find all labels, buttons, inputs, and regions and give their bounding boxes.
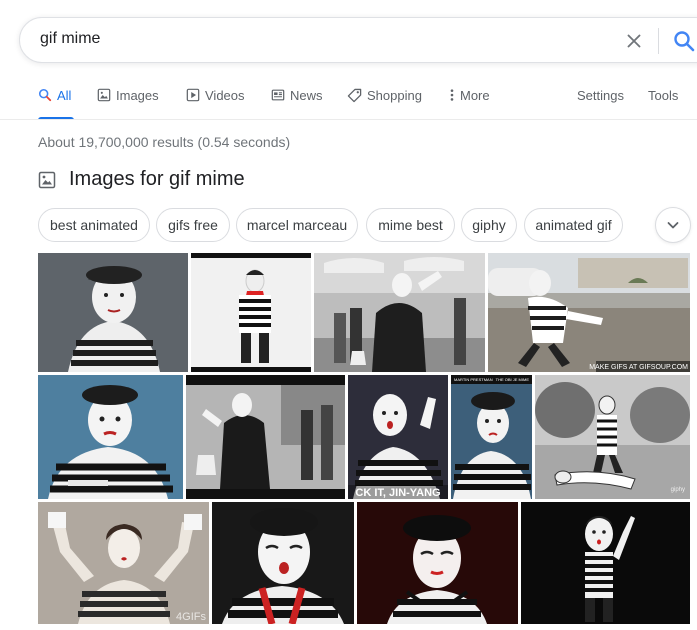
image-thumbnail[interactable] bbox=[357, 502, 518, 624]
search-bar bbox=[19, 17, 697, 63]
fourgif-caption: 4GIFs bbox=[176, 611, 206, 623]
image-thumbnail[interactable]: CK IT, JIN-YANG bbox=[348, 375, 448, 499]
tab-news-label: News bbox=[290, 88, 323, 103]
jinyang-caption: CK IT, JIN-YANG bbox=[355, 487, 440, 499]
search-icon[interactable] bbox=[672, 29, 696, 53]
chevron-down-icon bbox=[667, 222, 679, 229]
play-icon bbox=[186, 88, 200, 102]
image-thumbnail[interactable] bbox=[186, 375, 345, 499]
clear-icon[interactable] bbox=[623, 30, 645, 52]
tag-icon bbox=[347, 88, 362, 103]
chip-marcel-marceau[interactable]: marcel marceau bbox=[236, 208, 358, 242]
image-thumbnail[interactable]: giphy bbox=[535, 375, 690, 499]
tab-more-label: More bbox=[460, 88, 490, 103]
meme-caption-right: THE OBI JE MIME bbox=[496, 377, 530, 382]
image-thumbnail[interactable]: MARTIN PRESTMAN THE OBI JE MIME bbox=[451, 375, 532, 499]
tab-tools-label: Tools bbox=[648, 88, 679, 103]
more-vert-icon bbox=[450, 89, 454, 101]
chip-animated-gif[interactable]: animated gif bbox=[524, 208, 623, 242]
image-thumbnail[interactable] bbox=[314, 253, 485, 372]
chip-gifs-free[interactable]: gifs free bbox=[156, 208, 230, 242]
tab-shopping-label: Shopping bbox=[367, 88, 422, 103]
image-thumbnail[interactable] bbox=[191, 253, 311, 372]
tabs-divider bbox=[0, 119, 697, 120]
images-section-title[interactable]: Images for gif mime bbox=[69, 168, 245, 191]
chip-best-animated[interactable]: best animated bbox=[38, 208, 150, 242]
images-section-heading: Images for gif mime bbox=[38, 168, 245, 191]
chip-mime-best[interactable]: mime best bbox=[366, 208, 455, 242]
tab-settings-label: Settings bbox=[577, 88, 624, 103]
chips-next-button[interactable] bbox=[655, 207, 691, 243]
image-thumbnail[interactable] bbox=[38, 253, 188, 372]
tab-tools[interactable]: Tools bbox=[648, 84, 678, 120]
image-thumbnail[interactable]: 4GIFs bbox=[38, 502, 209, 624]
search-input[interactable] bbox=[40, 30, 560, 48]
tab-all[interactable]: All bbox=[38, 84, 74, 120]
newspaper-icon bbox=[271, 89, 285, 101]
image-icon bbox=[38, 171, 56, 188]
image-thumbnail[interactable] bbox=[212, 502, 354, 624]
image-thumbnail[interactable]: MAKE GIFS AT GIFSOUP.COM bbox=[488, 253, 690, 372]
tab-videos-label: Videos bbox=[205, 88, 245, 103]
image-icon bbox=[97, 88, 111, 102]
search-small-icon bbox=[38, 88, 52, 102]
image-thumbnail[interactable] bbox=[521, 502, 690, 624]
tab-settings[interactable]: Settings bbox=[577, 84, 624, 120]
tab-all-label: All bbox=[57, 88, 72, 103]
chip-giphy[interactable]: giphy bbox=[461, 208, 517, 242]
gifsoup-caption: MAKE GIFS AT GIFSOUP.COM bbox=[589, 364, 688, 371]
tab-shopping[interactable]: Shopping bbox=[347, 84, 422, 120]
result-stats: About 19,700,000 results (0.54 seconds) bbox=[38, 134, 291, 150]
tab-news[interactable]: News bbox=[271, 84, 323, 120]
tab-more[interactable]: More bbox=[449, 84, 490, 120]
image-thumbnail[interactable] bbox=[38, 375, 183, 499]
tab-images-label: Images bbox=[116, 88, 159, 103]
tab-images[interactable]: Images bbox=[97, 84, 159, 120]
search-divider bbox=[658, 28, 659, 54]
meme-caption-left: MARTIN PRESTMAN bbox=[454, 377, 493, 382]
search-tabs: All Images Videos News Shopping More Set… bbox=[0, 84, 697, 120]
tab-videos[interactable]: Videos bbox=[186, 84, 245, 120]
svg-text:giphy: giphy bbox=[671, 487, 685, 493]
